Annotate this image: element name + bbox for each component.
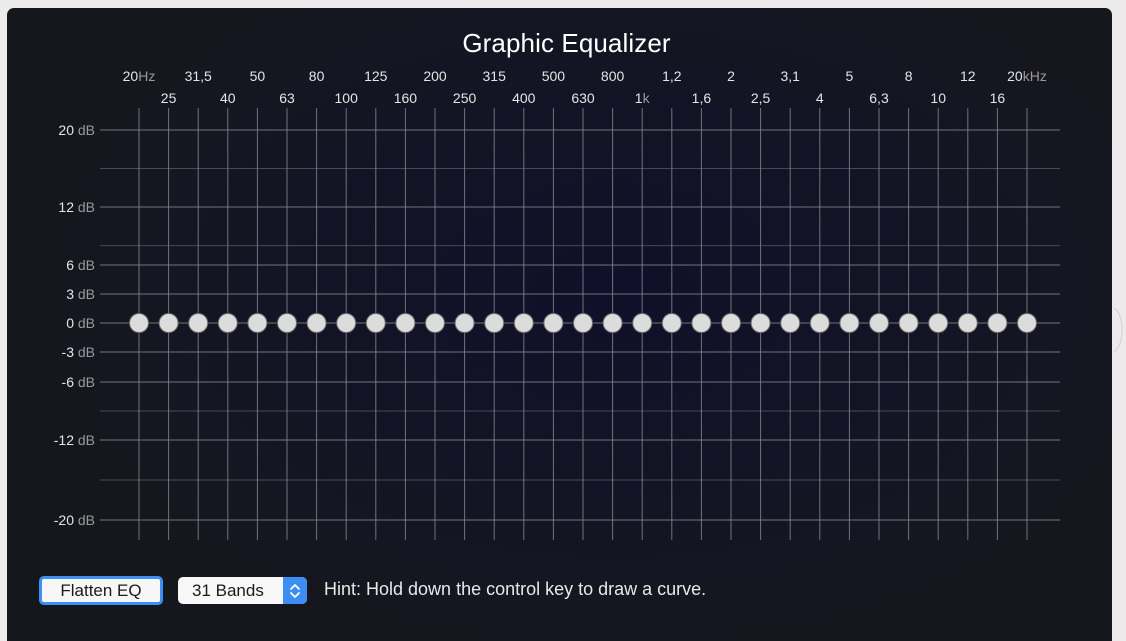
band-knob[interactable] [573, 313, 593, 333]
freq-label: 2 [727, 68, 735, 84]
freq-label: 200 [423, 68, 447, 84]
freq-label: 6,3 [869, 90, 889, 106]
freq-label: 160 [394, 90, 418, 106]
band-knob[interactable] [247, 313, 268, 333]
band-knob[interactable] [277, 313, 297, 333]
band-knob[interactable] [306, 313, 327, 333]
band-knob[interactable] [661, 313, 682, 333]
band-knob[interactable] [721, 313, 741, 333]
band-knob[interactable] [543, 313, 564, 333]
band-knob[interactable] [513, 313, 534, 333]
freq-label: 40 [220, 90, 236, 106]
band-knob[interactable] [395, 313, 416, 333]
freq-label: 630 [571, 90, 595, 106]
db-label: 6 dB [66, 257, 95, 273]
freq-label: 400 [512, 90, 536, 106]
band-knob[interactable] [454, 313, 475, 333]
bands-select[interactable]: 31 Bands [178, 577, 307, 604]
freq-label: 3,1 [780, 68, 800, 84]
db-label: 3 dB [66, 286, 95, 302]
db-label: -3 dB [62, 344, 95, 360]
band-knob[interactable] [158, 313, 179, 333]
band-knob[interactable] [809, 313, 830, 333]
band-knob[interactable] [750, 313, 771, 333]
bands-select-value: 31 Bands [192, 581, 264, 600]
freq-label: 10 [930, 90, 946, 106]
freq-label: 100 [335, 90, 359, 106]
band-knob[interactable] [188, 313, 209, 333]
band-knob[interactable] [928, 313, 949, 333]
band-knob[interactable] [217, 313, 238, 333]
db-label: -6 dB [62, 374, 95, 390]
equalizer-graph[interactable]: 20 dB 12 dB 6 dB 3 dB 0 dB -3 dB -6 dB -12 dB -2… [0, 0, 1126, 641]
freq-label: 80 [309, 68, 325, 84]
freq-label: 125 [364, 68, 388, 84]
freq-label: 20Hz [123, 68, 156, 84]
flatten-eq-label: Flatten EQ [60, 580, 142, 600]
freq-label: 8 [905, 68, 913, 84]
freq-label: 25 [161, 90, 177, 106]
freq-label: 31,5 [185, 68, 212, 84]
freq-label: 1,2 [662, 68, 682, 84]
band-knob[interactable] [1017, 313, 1037, 333]
freq-label: 1k [635, 90, 651, 106]
band-knob[interactable] [336, 313, 357, 333]
flatten-eq-button[interactable]: Flatten EQ [39, 576, 163, 605]
band-knob[interactable] [691, 313, 712, 333]
db-label: 12 dB [58, 199, 95, 215]
band-knob[interactable] [129, 313, 149, 333]
freq-label: 12 [960, 68, 976, 84]
band-knob[interactable] [839, 313, 860, 333]
freq-label: 4 [816, 90, 824, 106]
band-knob[interactable] [365, 313, 386, 333]
freq-label: 2,5 [751, 90, 771, 106]
freq-label: 20kHz [1007, 68, 1047, 84]
popover-edge-icon [1114, 307, 1123, 353]
band-knob[interactable] [484, 313, 505, 333]
freq-label: 500 [542, 68, 566, 84]
freq-label: 5 [846, 68, 854, 84]
freq-label: 63 [279, 90, 295, 106]
select-stepper-icon [283, 577, 307, 604]
band-knob[interactable] [632, 313, 653, 333]
freq-label: 250 [453, 90, 477, 106]
hint-text: Hint: Hold down the control key to draw … [324, 579, 707, 599]
freq-label: 800 [601, 68, 625, 84]
band-knob[interactable] [957, 313, 978, 333]
freq-label: 16 [990, 90, 1006, 106]
freq-label: 50 [250, 68, 266, 84]
db-label: 20 dB [58, 122, 95, 138]
band-knob[interactable] [425, 313, 445, 333]
band-knob[interactable] [898, 313, 919, 333]
band-knob[interactable] [987, 313, 1008, 333]
band-knob[interactable] [780, 313, 801, 333]
db-label: 0 dB [66, 315, 95, 331]
band-knob[interactable] [869, 313, 889, 333]
db-label: -20 dB [54, 512, 95, 528]
db-label: -12 dB [54, 432, 95, 448]
freq-label: 315 [483, 68, 507, 84]
band-knob[interactable] [602, 313, 623, 333]
freq-label: 1,6 [692, 90, 712, 106]
